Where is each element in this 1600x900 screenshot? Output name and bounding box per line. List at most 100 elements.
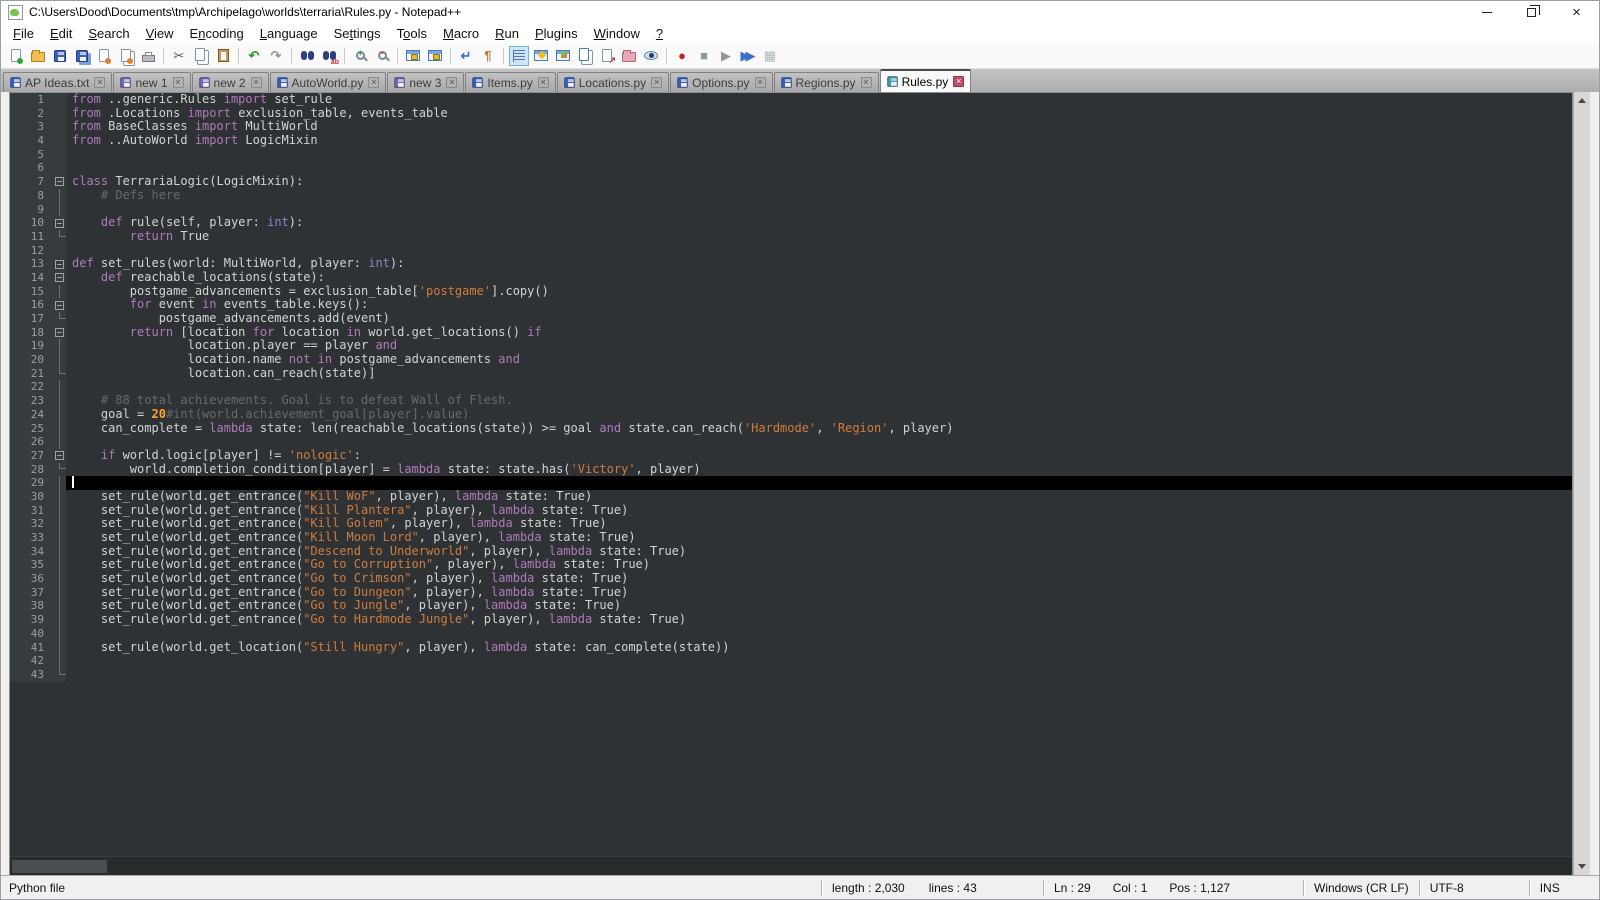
tab-close-button[interactable]: × (173, 77, 184, 88)
code-line[interactable]: 16 for event in events_table.keys(): (10, 298, 1572, 312)
menu-item-search[interactable]: Search (80, 24, 137, 43)
show-all-characters-icon[interactable]: ¶ (478, 46, 498, 66)
open-in-new-instance-icon[interactable]: ↗ (597, 46, 617, 66)
new-file-icon[interactable] (6, 46, 26, 66)
minimize-button[interactable] (1464, 1, 1509, 23)
code-line[interactable]: 38 set_rule(world.get_entrance("Go to Ju… (10, 599, 1572, 613)
code-line[interactable]: 2from .Locations import exclusion_table,… (10, 107, 1572, 121)
code-line[interactable]: 18 return [location for location in worl… (10, 326, 1572, 340)
code-line[interactable]: 39 set_rule(world.get_entrance("Go to Ha… (10, 613, 1572, 627)
save-icon[interactable] (50, 46, 70, 66)
code-line[interactable]: 36 set_rule(world.get_entrance("Go to Cr… (10, 572, 1572, 586)
tab-close-button[interactable]: × (368, 77, 379, 88)
fold-collapse-icon[interactable] (55, 451, 64, 460)
tab-autoworld-py[interactable]: AutoWorld.py× (270, 72, 387, 92)
document-map-icon[interactable] (553, 46, 573, 66)
macro-play-icon[interactable]: ▶ (716, 46, 736, 66)
tab-close-button[interactable]: × (538, 77, 549, 88)
code-line[interactable]: 30 set_rule(world.get_entrance("Kill WoF… (10, 490, 1572, 504)
code-line[interactable]: 13def set_rules(world: MultiWorld, playe… (10, 257, 1572, 271)
code-line[interactable]: 27 if world.logic[player] != 'nologic': (10, 449, 1572, 463)
code-line[interactable]: 1from ..generic.Rules import set_rule (10, 93, 1572, 107)
zoom-out-icon[interactable]: − (372, 46, 392, 66)
close-icon[interactable] (94, 46, 114, 66)
fold-collapse-icon[interactable] (55, 328, 64, 337)
code-line[interactable]: 34 set_rule(world.get_entrance("Descend … (10, 545, 1572, 559)
scroll-up-arrow[interactable] (1574, 92, 1591, 109)
macro-stop-icon[interactable]: ■ (694, 46, 714, 66)
close-button[interactable]: × (1554, 1, 1599, 23)
menu-item-settings[interactable]: Settings (326, 24, 389, 43)
tab-new-3[interactable]: new 3× (387, 72, 464, 92)
undo-icon[interactable]: ↶ (244, 46, 264, 66)
code-line[interactable]: 21 location.can_reach(state)] (10, 367, 1572, 381)
code-line[interactable]: 42 (10, 654, 1572, 668)
code-line[interactable]: 26 (10, 435, 1572, 449)
open-icon[interactable] (28, 46, 48, 66)
menu-item-macro[interactable]: Macro (435, 24, 487, 43)
code-line[interactable]: 11 return True (10, 230, 1572, 244)
code-line[interactable]: 22 (10, 380, 1572, 394)
tab-items-py[interactable]: Items.py× (465, 72, 555, 92)
copy-icon[interactable] (191, 46, 211, 66)
word-wrap-icon[interactable]: ↵ (456, 46, 476, 66)
code-line[interactable]: 19 location.player == player and (10, 339, 1572, 353)
paste-icon[interactable] (213, 46, 233, 66)
replace-icon[interactable]: ab (319, 46, 339, 66)
fold-collapse-icon[interactable] (55, 219, 64, 228)
code-line[interactable]: 20 location.name not in postgame_advance… (10, 353, 1572, 367)
tab-close-button[interactable]: × (651, 77, 662, 88)
tab-close-button[interactable]: × (953, 76, 964, 87)
code-line[interactable]: 12 (10, 244, 1572, 258)
code-line[interactable]: 14 def reachable_locations(state): (10, 271, 1572, 285)
menu-item-file[interactable]: File (5, 24, 42, 43)
code-line[interactable]: 28 world.completion_condition[player] = … (10, 463, 1572, 477)
save-all-icon[interactable] (72, 46, 92, 66)
open-containing-folder-icon[interactable] (619, 46, 639, 66)
code-line[interactable]: 6 (10, 161, 1572, 175)
menu-item-plugins[interactable]: Plugins (527, 24, 586, 43)
tab-close-button[interactable]: × (755, 77, 766, 88)
code-line[interactable]: 31 set_rule(world.get_entrance("Kill Pla… (10, 504, 1572, 518)
code-line[interactable]: 33 set_rule(world.get_entrance("Kill Moo… (10, 531, 1572, 545)
code-editor[interactable]: 1from ..generic.Rules import set_rule2fr… (10, 93, 1572, 856)
tab-new-1[interactable]: new 1× (113, 72, 190, 92)
tab-close-button[interactable]: × (94, 77, 105, 88)
macro-record-icon[interactable]: ● (672, 46, 692, 66)
restore-button[interactable] (1509, 1, 1554, 23)
code-line[interactable]: 37 set_rule(world.get_entrance("Go to Du… (10, 586, 1572, 600)
code-line[interactable]: 40 (10, 627, 1572, 641)
code-line[interactable]: 41 set_rule(world.get_location("Still Hu… (10, 641, 1572, 655)
code-line[interactable]: 24 goal = 20#int(world.achievement_goal[… (10, 408, 1572, 422)
menu-item-view[interactable]: View (138, 24, 182, 43)
menu-item-encoding[interactable]: Encoding (182, 24, 252, 43)
code-line[interactable]: 25 can_complete = lambda state: len(reac… (10, 422, 1572, 436)
function-list-icon[interactable] (531, 46, 551, 66)
sync-horizontal-icon[interactable] (425, 46, 445, 66)
vertical-scrollbar[interactable] (1573, 92, 1590, 875)
menu-item-run[interactable]: Run (487, 24, 527, 43)
code-line[interactable]: 17 postgame_advancements.add(event) (10, 312, 1572, 326)
horizontal-scrollbar-thumb[interactable] (12, 860, 107, 873)
menu-item-tools[interactable]: Tools (389, 24, 435, 43)
document-list-icon[interactable] (575, 46, 595, 66)
code-line[interactable]: 32 set_rule(world.get_entrance("Kill Gol… (10, 517, 1572, 531)
menu-item-window[interactable]: Window (586, 24, 648, 43)
redo-icon[interactable]: ↷ (266, 46, 286, 66)
code-line[interactable]: 29 (10, 476, 1572, 490)
code-line[interactable]: 35 set_rule(world.get_entrance("Go to Co… (10, 558, 1572, 572)
code-line[interactable]: 8 # Defs here (10, 189, 1572, 203)
code-line[interactable]: 15 postgame_advancements = exclusion_tab… (10, 285, 1572, 299)
zoom-in-icon[interactable]: + (350, 46, 370, 66)
code-line[interactable]: 10 def rule(self, player: int): (10, 216, 1572, 230)
cut-icon[interactable]: ✂ (169, 46, 189, 66)
sync-vertical-icon[interactable] (403, 46, 423, 66)
tab-regions-py[interactable]: Regions.py× (774, 72, 879, 92)
document-monitor-icon[interactable] (641, 46, 661, 66)
tab-close-button[interactable]: × (251, 77, 262, 88)
close-all-icon[interactable] (116, 46, 136, 66)
print-icon[interactable] (138, 46, 158, 66)
find-icon[interactable] (297, 46, 317, 66)
tab-locations-py[interactable]: Locations.py× (557, 72, 669, 92)
fold-collapse-icon[interactable] (55, 301, 64, 310)
